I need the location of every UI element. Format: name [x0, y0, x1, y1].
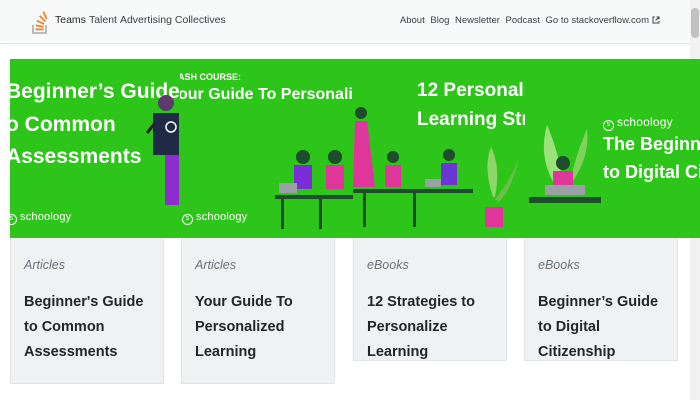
card-thumbnail-image[interactable]: sschoology The Beginner’s to Digital Cit… [525, 59, 700, 238]
nav-talent-link[interactable]: Talent [89, 14, 117, 26]
scrollbar-thumb[interactable] [691, 8, 699, 38]
schoology-mark-icon: s [10, 214, 17, 225]
schoology-logo: s schoology [10, 211, 71, 225]
banner-title-line: 12 Personaliz [417, 80, 525, 101]
schoology-logo: s schoology [603, 115, 673, 131]
nav-about-link[interactable]: About [400, 15, 425, 26]
banner-title-line: to Digital Citiz [603, 161, 700, 182]
card-thumbnail-image[interactable]: 12 Personaliz Learning Stra [353, 59, 525, 238]
nav-stackoverflow-link[interactable]: Go to stackoverflow.com [546, 15, 649, 26]
card-category: Articles [24, 258, 65, 272]
classroom-illustration [353, 107, 519, 227]
nav-blog-link[interactable]: Blog [430, 15, 449, 26]
nav-newsletter-link[interactable]: Newsletter [455, 15, 500, 26]
brand-products: Teams Talent Advertising Collectives [55, 14, 229, 26]
nav-teams-link[interactable]: Teams [55, 14, 86, 26]
card-category: eBooks [367, 258, 409, 272]
card-category: Articles [195, 258, 236, 272]
nav-advertising-link[interactable]: Advertising [120, 14, 172, 26]
external-link-icon [652, 16, 660, 24]
card-category: eBooks [538, 258, 580, 272]
person-illustration [145, 95, 179, 205]
person-with-laptop-illustration [529, 125, 601, 203]
stack-overflow-logo-icon[interactable] [30, 9, 50, 35]
card-title[interactable]: 12 Strategies to Personalize Learning [367, 290, 493, 365]
card-title[interactable]: Your Guide To Personalized Learning [195, 290, 321, 365]
top-links: About Blog Newsletter Podcast Go to stac… [397, 15, 660, 26]
card-title[interactable]: Beginner’s Guide to Digital Citizenship [538, 290, 664, 365]
schoology-mark-icon: s [603, 120, 614, 131]
card-thumbnail-image[interactable]: Beginner’s Guide o Common Assessments ss… [10, 59, 180, 238]
banner-title-line: our Guide To Personalized Le [180, 86, 354, 103]
nav-collectives-link[interactable]: Collectives [175, 14, 226, 26]
card-title[interactable]: Beginner's Guide to Common Assessments [24, 290, 150, 365]
top-navigation: Teams Talent Advertising Collectives About … [0, 0, 700, 44]
banner-title-line: The Beginner’s [603, 134, 700, 154]
banner-kicker: ASH COURSE: [180, 72, 242, 82]
nav-podcast-link[interactable]: Podcast [506, 15, 540, 26]
classroom-illustration [275, 150, 354, 229]
schoology-mark-icon: s [182, 214, 193, 225]
schoology-logo: s schoology [182, 211, 247, 225]
card-thumbnail-image[interactable]: ASH COURSE: our Guide To Personalized Le… [180, 59, 354, 238]
